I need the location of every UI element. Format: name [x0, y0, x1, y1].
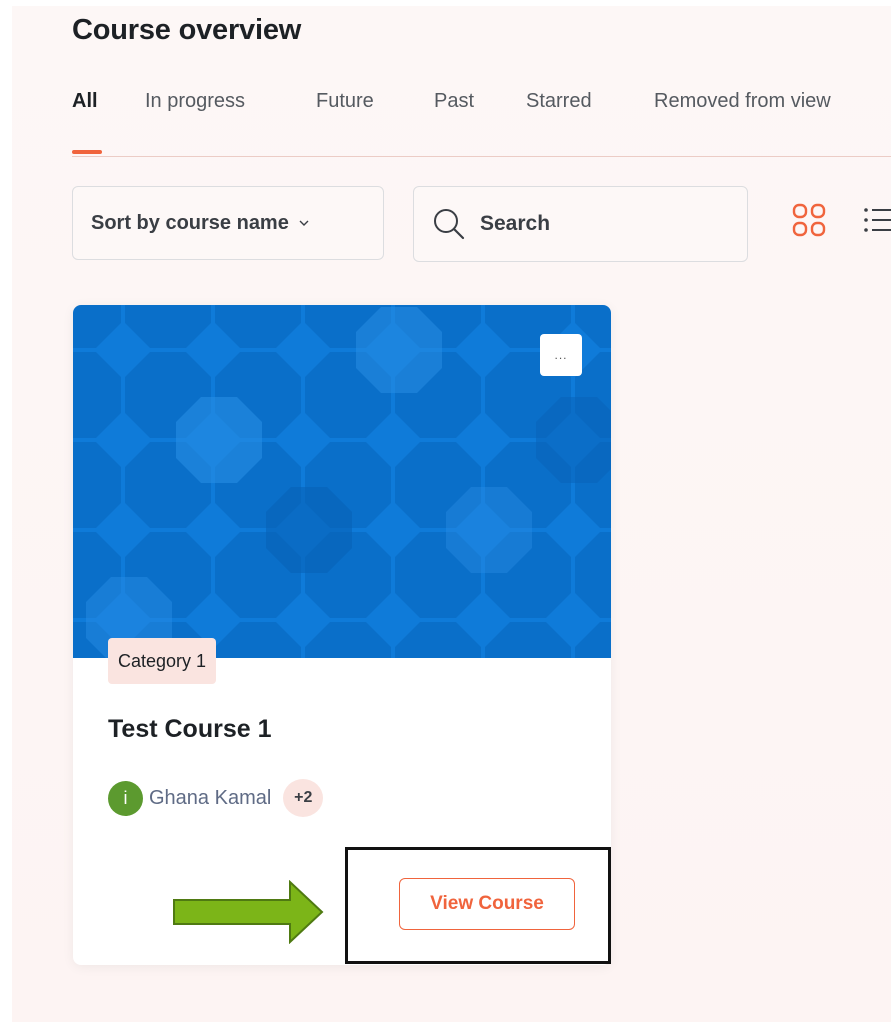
chevron-down-icon — [299, 220, 309, 226]
highlight-box — [345, 847, 611, 964]
sort-dropdown-label: Sort by course name — [91, 211, 289, 234]
tab-all[interactable]: All — [72, 90, 98, 113]
tab-past[interactable]: Past — [434, 90, 474, 113]
search-icon — [434, 209, 465, 240]
tab-future[interactable]: Future — [316, 90, 374, 113]
tab-starred[interactable]: Starred — [526, 90, 592, 113]
category-badge: Category 1 — [108, 638, 217, 684]
course-image[interactable] — [73, 305, 611, 658]
tabs-divider — [72, 156, 891, 157]
page-title: Course overview — [72, 14, 302, 46]
teacher-row: i Ghana Kamal +2 — [108, 779, 324, 817]
course-title-link[interactable]: Test Course 1 — [108, 715, 271, 744]
grid-view-icon[interactable] — [792, 203, 826, 237]
teacher-avatar: i — [108, 780, 143, 816]
search-input[interactable] — [478, 211, 722, 237]
course-options-menu-button[interactable]: ... — [540, 334, 582, 376]
tab-removed-from-view[interactable]: Removed from view — [654, 90, 831, 113]
sort-dropdown[interactable]: Sort by course name — [72, 186, 384, 260]
more-teachers-badge[interactable]: +2 — [283, 779, 324, 817]
search-box[interactable] — [413, 186, 748, 262]
active-tab-indicator — [72, 150, 102, 154]
list-view-icon[interactable] — [863, 205, 891, 235]
arrow-right-icon — [173, 880, 324, 944]
teacher-name-link[interactable]: Ghana Kamal — [149, 787, 271, 810]
tab-in-progress[interactable]: In progress — [145, 90, 245, 113]
